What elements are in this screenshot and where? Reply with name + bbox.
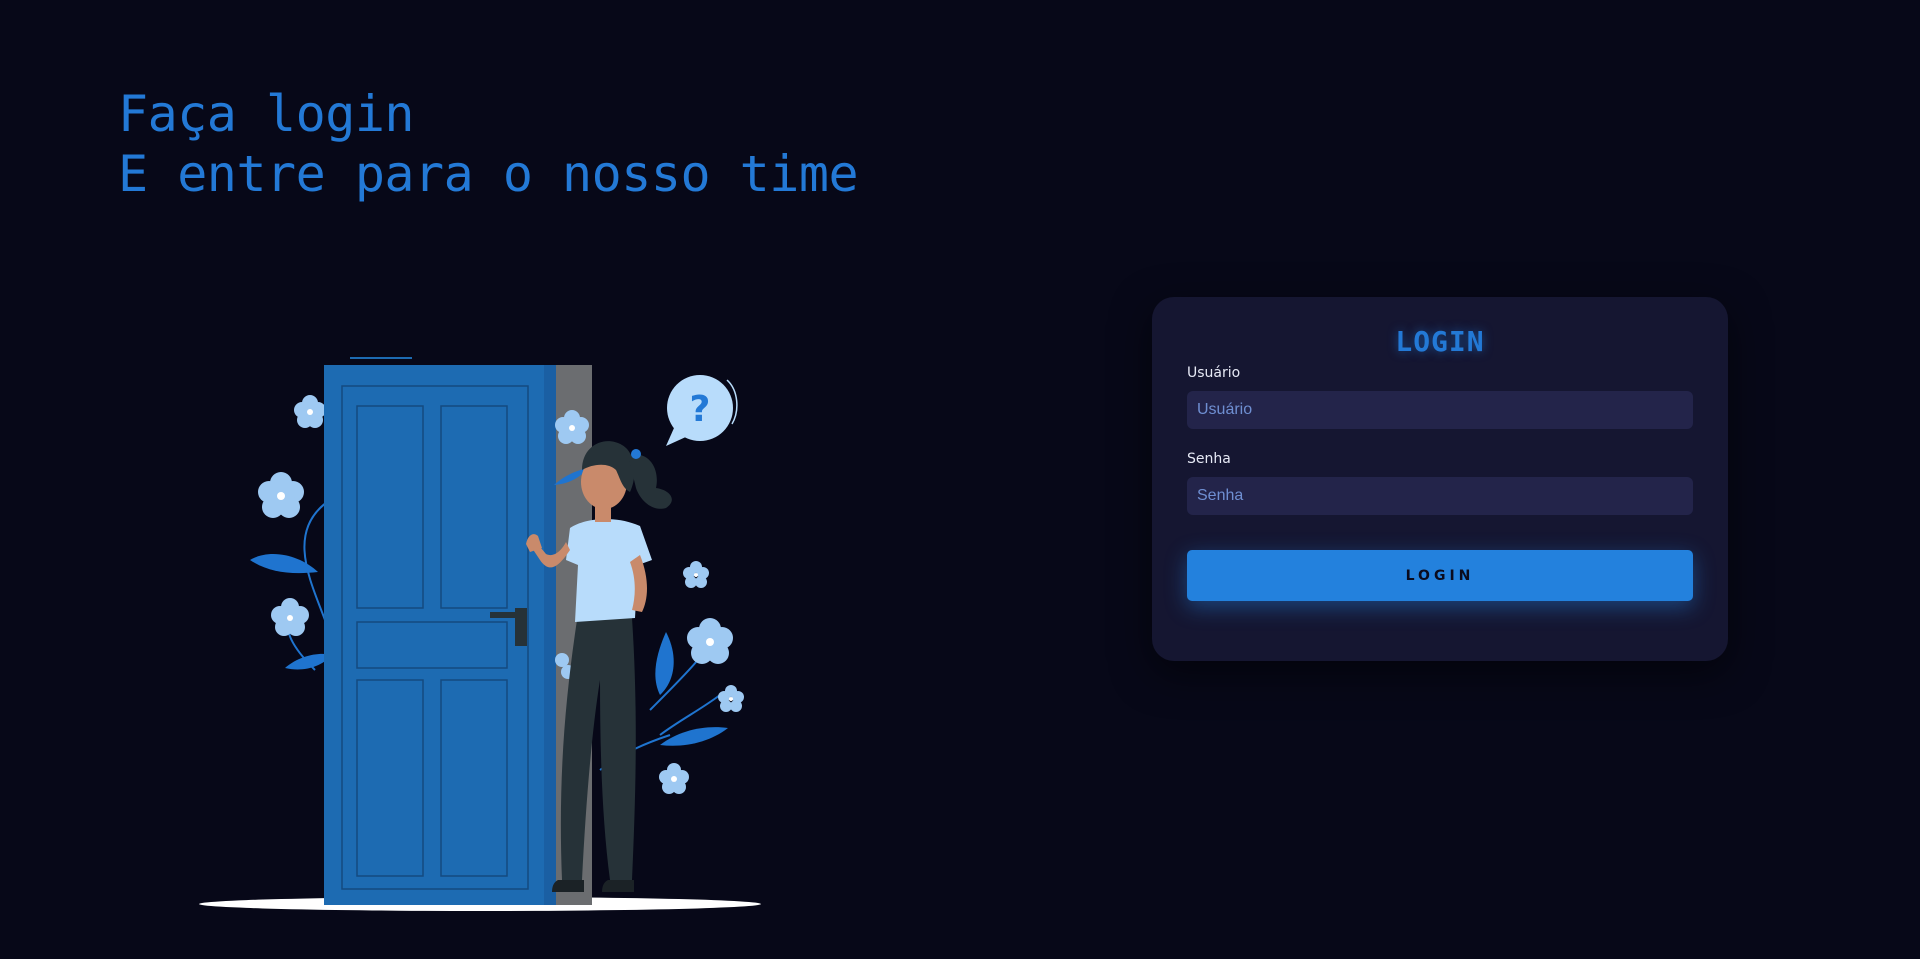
username-input[interactable] bbox=[1187, 391, 1693, 429]
login-card: LOGIN Usuário Senha LOGIN bbox=[1152, 297, 1728, 661]
password-input[interactable] bbox=[1187, 477, 1693, 515]
hero-heading: Faça login E entre para o nosso time bbox=[118, 84, 859, 204]
password-label: Senha bbox=[1187, 451, 1231, 467]
hero-line-2: E entre para o nosso time bbox=[118, 145, 859, 203]
login-title: LOGIN bbox=[1395, 325, 1485, 358]
login-button[interactable]: LOGIN bbox=[1187, 550, 1693, 601]
hero-line-1: Faça login bbox=[118, 85, 415, 143]
username-label: Usuário bbox=[1187, 365, 1241, 381]
question-bubble: ? bbox=[666, 375, 738, 446]
question-mark: ? bbox=[690, 389, 711, 430]
woman-opening-door-illustration: ? bbox=[190, 350, 770, 920]
door bbox=[324, 365, 544, 905]
